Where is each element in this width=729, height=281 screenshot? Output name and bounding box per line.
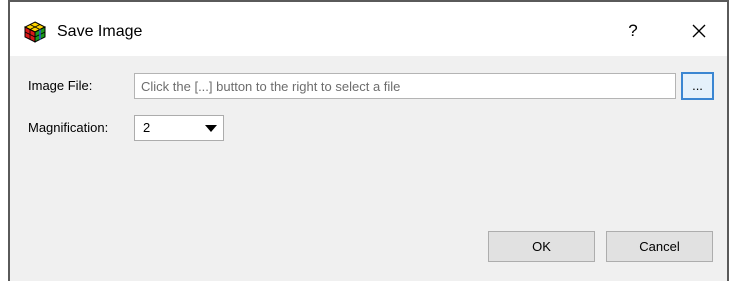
ok-button[interactable]: OK [488, 231, 595, 262]
close-button[interactable] [682, 16, 716, 46]
colored-cube-icon [23, 21, 47, 43]
magnification-label: Magnification: [28, 120, 109, 135]
save-image-dialog: Save Image ? Image File: ... Magnificati… [0, 0, 729, 281]
browse-button[interactable]: ... [681, 72, 714, 100]
magnification-value: 2 [143, 120, 151, 135]
image-file-label: Image File: [28, 78, 93, 93]
title-bar[interactable]: Save Image ? [10, 2, 727, 56]
help-button[interactable]: ? [616, 16, 650, 46]
window-title: Save Image [57, 23, 143, 40]
image-file-input[interactable] [134, 73, 676, 99]
close-icon [692, 24, 706, 38]
dialog-body: Image File: ... Magnification: 2 OK Canc… [10, 56, 727, 281]
cancel-button[interactable]: Cancel [606, 231, 713, 262]
chevron-down-icon [205, 125, 217, 132]
magnification-dropdown[interactable]: 2 [134, 115, 224, 141]
